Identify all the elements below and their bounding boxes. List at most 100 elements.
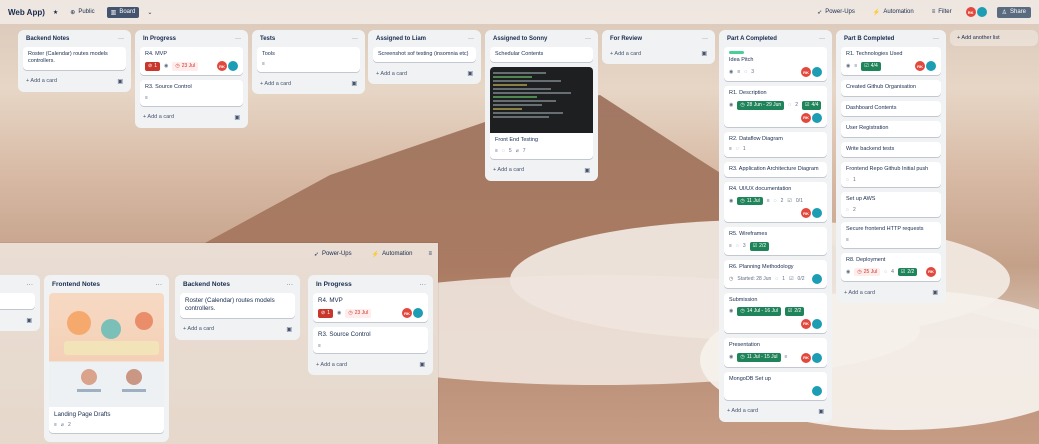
list-title[interactable]: For Review — [610, 36, 642, 42]
card[interactable]: User Registration — [841, 121, 941, 137]
list-title[interactable]: Part B Completed — [844, 36, 894, 42]
card[interactable]: R5. Wireframes ≡ ◌ 3 ☑ 2/2 — [724, 227, 827, 255]
card[interactable]: Roster (Calendar) routes models controll… — [180, 293, 295, 318]
description-icon: ≡ — [145, 94, 148, 101]
card[interactable]: R2. Dataflow Diagram ≡ ◌ 1 — [724, 131, 827, 157]
template-icon[interactable]: ▣ — [818, 408, 824, 415]
card[interactable]: Presentation ◉ ◷ 11 Jul - 15 Jul ≡ RK — [724, 338, 827, 367]
card[interactable]: R1. Description ◉ ◷ 28 Jun - 29 Jun ◌ 2 ☑ 4… — [724, 86, 827, 127]
add-card-button[interactable]: ▣ — [0, 314, 35, 327]
list-menu-icon[interactable]: ··· — [420, 281, 427, 288]
add-card-button[interactable]: + Add a card ▣ — [373, 67, 476, 80]
card[interactable]: R3. Source Control ≡ — [313, 327, 428, 354]
add-card-button[interactable]: + Add a card ▣ — [841, 286, 941, 299]
due-date-badge[interactable]: ◷ 23 Jul — [345, 308, 372, 318]
checklist-icon: ☑ — [864, 63, 869, 70]
due-date-badge[interactable]: ◷ 23 Jul — [172, 62, 199, 71]
list-menu-icon[interactable]: ··· — [702, 36, 708, 42]
add-card-button[interactable]: + Add a card ▣ — [724, 405, 827, 418]
due-date-badge[interactable]: ◷ 28 Jun - 29 Jun — [737, 100, 785, 110]
list-menu-icon[interactable]: ··· — [118, 36, 124, 42]
add-card-button[interactable]: + Add a card ▣ — [257, 77, 360, 90]
template-icon[interactable]: ▣ — [117, 78, 123, 85]
filter-icon[interactable]: ≡ — [428, 251, 432, 257]
filter-button[interactable]: ≡ Filter — [928, 7, 956, 17]
card[interactable]: Front End Testing ≡ ◌ 5 ⌀ 7 — [490, 67, 593, 159]
list-menu-icon[interactable]: ··· — [585, 36, 591, 42]
card[interactable]: Landing Page Drafts ≡ ⌀ 2 — [49, 293, 164, 434]
template-icon[interactable]: ▣ — [584, 167, 590, 174]
card[interactable]: Roster (Calendar) routes models controll… — [23, 47, 126, 70]
card[interactable] — [0, 293, 35, 309]
list-title[interactable]: Frontend Notes — [52, 281, 100, 288]
card[interactable]: R3. Application Architecture Diagram — [724, 161, 827, 178]
card[interactable]: R6. Planning Methodology ◷ Started: 28 Ju… — [724, 259, 827, 288]
card[interactable]: Schedular Contents — [490, 47, 593, 63]
list-title[interactable]: Backend Notes — [183, 281, 230, 288]
card[interactable]: R4. UI/UX documentation ◉ ◷ 11 Jul ≡ ◌ 2 ☑… — [724, 182, 827, 223]
board-title[interactable]: Web App) — [8, 8, 45, 17]
template-icon[interactable]: ▣ — [234, 114, 240, 121]
card[interactable]: MongoDB Set up — [724, 371, 827, 400]
template-icon[interactable]: ▣ — [26, 317, 32, 324]
card[interactable]: Frontend Repo Github Initial push ◌ 1 — [841, 162, 941, 188]
due-date-badge[interactable]: ◷ 14 Jul - 16 Jul — [737, 307, 781, 317]
add-card-button[interactable]: + Add a card ▣ — [490, 164, 593, 177]
list-title[interactable]: Assigned to Sonny — [493, 36, 547, 42]
automation-button[interactable]: ⚡ Automation — [368, 249, 417, 260]
board-view-button[interactable]: ▥ Board — [106, 6, 140, 18]
list-menu-icon[interactable]: ··· — [156, 281, 163, 288]
card[interactable]: R4. MVP ⊘ 1 ◉ ◷ 23 Jul RK — [140, 47, 243, 76]
template-icon[interactable]: ▣ — [351, 80, 357, 87]
list-title[interactable]: In Progress — [316, 281, 352, 288]
avatar[interactable] — [976, 7, 987, 17]
add-list-button[interactable]: + Add another list — [950, 30, 1038, 46]
share-button[interactable]: ♙ Share — [996, 6, 1031, 18]
power-ups-button[interactable]: ➶ Power-Ups — [813, 7, 859, 18]
chevron-down-icon[interactable]: ⌄ — [147, 9, 152, 16]
template-icon[interactable]: ▣ — [701, 50, 707, 57]
add-card-button[interactable]: + Add a card ▣ — [140, 111, 243, 124]
list-title[interactable]: Part A Completed — [727, 36, 777, 42]
card[interactable]: Idea Pitch ◉ ≡ ◌ 3 RK — [724, 47, 827, 82]
avatar[interactable]: RK — [965, 7, 976, 17]
card[interactable]: Created Github Organisation — [841, 80, 941, 96]
due-date-badge[interactable]: ◷ 11 Jul - 15 Jul — [737, 353, 781, 362]
card[interactable]: Dashboard Contents — [841, 100, 941, 117]
card[interactable]: R4. MVP ⊘ 1 ◉ ◷ 23 Jul RK — [313, 293, 428, 323]
list-title[interactable]: In Progress — [143, 36, 176, 42]
visibility-button[interactable]: ⊕ Public — [66, 7, 98, 18]
card[interactable]: Set up AWS ◌ 2 — [841, 192, 941, 218]
list-menu-icon[interactable]: ··· — [819, 36, 825, 42]
card[interactable]: R3. Source Control ≡ — [140, 80, 243, 106]
due-date-badge[interactable]: ◷ 25 Jul — [854, 267, 881, 277]
card[interactable]: Tools ≡ — [257, 47, 360, 73]
card[interactable]: Submission ◉ ◷ 14 Jul - 16 Jul ☑ 2/2 RK — [724, 292, 827, 334]
list-menu-icon[interactable]: ··· — [27, 281, 34, 288]
template-icon[interactable]: ▣ — [286, 326, 292, 333]
list-title[interactable]: Backend Notes — [26, 36, 69, 42]
list-menu-icon[interactable]: ··· — [468, 36, 474, 42]
add-card-button[interactable]: + Add a card ▣ — [313, 358, 428, 371]
power-ups-button[interactable]: ➶ Power-Ups — [310, 249, 356, 260]
template-icon[interactable]: ▣ — [419, 361, 425, 368]
template-icon[interactable]: ▣ — [467, 70, 473, 77]
card[interactable]: Screenshot sof testing (insomnia etc) — [373, 47, 476, 63]
card[interactable]: Secure frontend HTTP requests ≡ — [841, 222, 941, 248]
card[interactable]: R8. Deployment ◉ ◷ 25 Jul ◌ 4 ☑ 2/2 RK — [841, 252, 941, 282]
list-title[interactable]: Tests — [260, 36, 275, 42]
add-card-button[interactable]: + Add a card ▣ — [23, 75, 126, 88]
automation-button[interactable]: ⚡ Automation — [869, 7, 918, 18]
template-icon[interactable]: ▣ — [932, 289, 938, 296]
list-menu-icon[interactable]: ··· — [933, 36, 939, 42]
card[interactable]: Write backend tests — [841, 141, 941, 158]
due-date-badge[interactable]: ◷ 11 Jul — [737, 196, 763, 206]
list-menu-icon[interactable]: ··· — [352, 36, 358, 42]
card[interactable]: R1. Technologies Used ◉ ≡ ☑ 4/4 RK — [841, 47, 941, 76]
star-icon[interactable]: ★ — [53, 9, 58, 16]
list-menu-icon[interactable]: ··· — [235, 36, 241, 42]
add-card-button[interactable]: + Add a card ▣ — [180, 323, 295, 336]
list-menu-icon[interactable]: ··· — [287, 281, 294, 288]
list-title[interactable]: Assigned to Liam — [376, 36, 426, 42]
add-card-button[interactable]: + Add a card ▣ — [607, 47, 710, 60]
